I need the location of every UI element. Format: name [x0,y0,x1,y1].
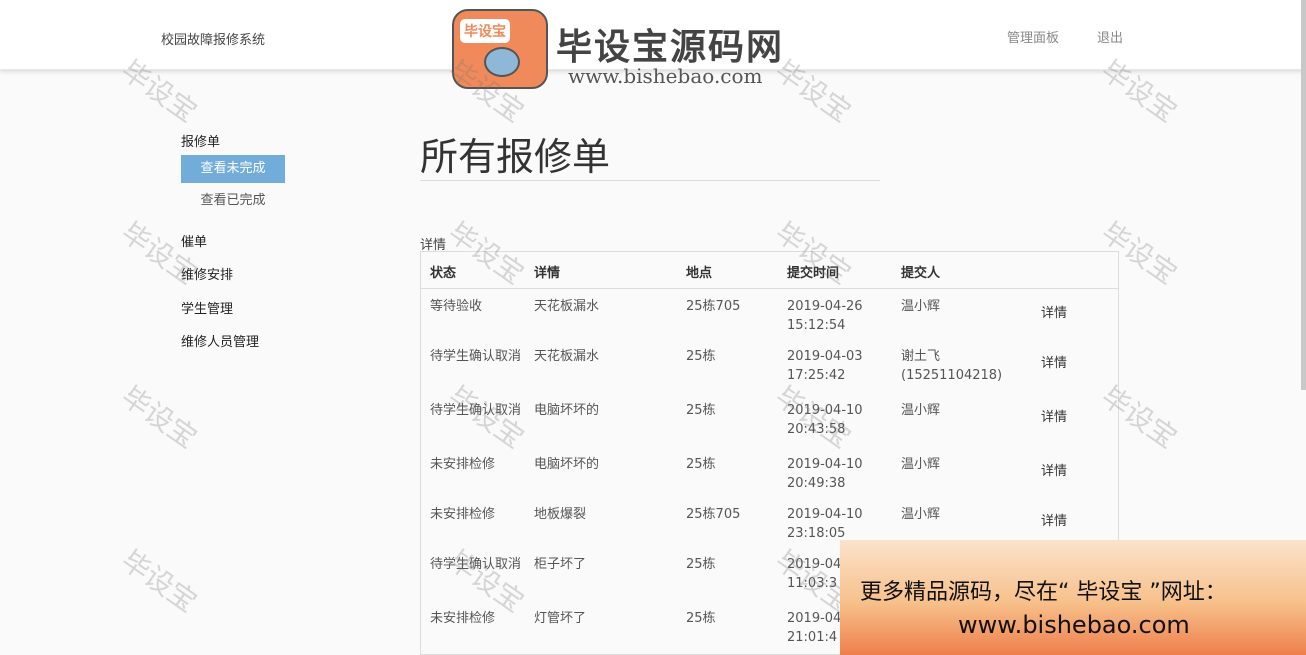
cell-location: 25栋 [686,403,716,418]
cell-time: 2019-04-03 17:25:42 [787,349,863,383]
app-brand[interactable]: 校园故障报修系统 [161,29,265,48]
cell-detail: 地板爆裂 [534,507,587,522]
cell-time: 2019-04-10 20:43:58 [787,403,863,437]
page-scrollbar[interactable] [1301,0,1306,390]
logo-url: www.bishebao.com [568,64,763,88]
logo-title: 毕设宝源码网 [556,27,785,68]
cell-detail: 天花板漏水 [534,349,600,364]
page-title: 所有报修单 [420,135,611,179]
column-header-status: 状态 [430,266,457,281]
cell-status: 待学生确认取消 [430,557,522,572]
cell-user: 温小辉 [901,299,941,314]
site-logo: 毕设宝 毕设宝源码网 www.bishebao.com [440,4,840,94]
cell-detail: 天花板漏水 [534,299,600,314]
cell-detail: 柜子坏了 [534,557,587,572]
ad-banner[interactable]: 更多精品源码，尽在“ 毕设宝 ”网址： www.bishebao.com [840,540,1306,655]
cell-location: 25栋 [686,557,716,572]
nav-logout-link[interactable]: 退出 [1097,27,1123,46]
detail-link[interactable]: 详情 [1041,512,1067,531]
logo-badge: 毕设宝 [460,19,510,43]
cell-status: 未安排检修 [430,611,496,626]
logo-mascot-icon: 毕设宝 [452,9,548,89]
column-header-user: 提交人 [901,266,941,281]
sidebar-item-unfinished[interactable]: 查看未完成 [181,155,285,183]
logo-face-icon [484,47,520,77]
header-divider [421,288,1118,289]
detail-link[interactable]: 详情 [1041,354,1067,373]
sidebar-item-urge[interactable]: 催单 [181,231,207,250]
ad-url[interactable]: www.bishebao.com [958,611,1190,639]
sidebar-item-finished[interactable]: 查看已完成 [181,187,285,215]
cell-user: 温小辉 [901,507,941,522]
cell-time: 2019-04-26 15:12:54 [787,299,863,333]
sidebar-item-workers[interactable]: 维修人员管理 [181,331,259,350]
column-header-time: 提交时间 [787,266,840,281]
cell-detail: 电脑坏坏的 [534,403,600,418]
watermark: 毕设宝 [115,379,204,455]
cell-location: 25栋705 [686,299,741,314]
cell-status: 未安排检修 [430,457,496,472]
nav-dashboard-link[interactable]: 管理面板 [1007,27,1059,46]
column-header-detail: 详情 [534,266,561,281]
detail-link[interactable]: 详情 [1041,462,1067,481]
cell-status: 未安排检修 [430,507,496,522]
cell-user: 谢土飞 (15251104218) [901,349,1003,383]
cell-location: 25栋 [686,457,716,472]
cell-location: 25栋 [686,349,716,364]
sidebar-item-students[interactable]: 学生管理 [181,298,233,317]
column-header-location: 地点 [686,266,713,281]
cell-detail: 灯管坏了 [534,611,587,626]
title-divider [420,180,880,181]
watermark: 毕设宝 [115,543,204,619]
sidebar-group-repair[interactable]: 报修单 [181,131,220,150]
ad-text: 更多精品源码，尽在“ 毕设宝 ”网址： [860,580,1227,605]
cell-location: 25栋 [686,611,716,626]
detail-link[interactable]: 详情 [1041,304,1067,323]
cell-detail: 电脑坏坏的 [534,457,600,472]
cell-status: 待学生确认取消 [430,349,522,364]
cell-user: 温小辉 [901,403,941,418]
cell-status: 待学生确认取消 [430,403,522,418]
cell-status: 等待验收 [430,299,483,314]
detail-link[interactable]: 详情 [1041,408,1067,427]
cell-location: 25栋705 [686,507,741,522]
sidebar-item-arrange[interactable]: 维修安排 [181,264,233,283]
cell-time: 2019-04-10 20:49:38 [787,457,863,491]
cell-user: 温小辉 [901,457,941,472]
cell-time: 2019-04-10 23:18:05 [787,507,863,541]
